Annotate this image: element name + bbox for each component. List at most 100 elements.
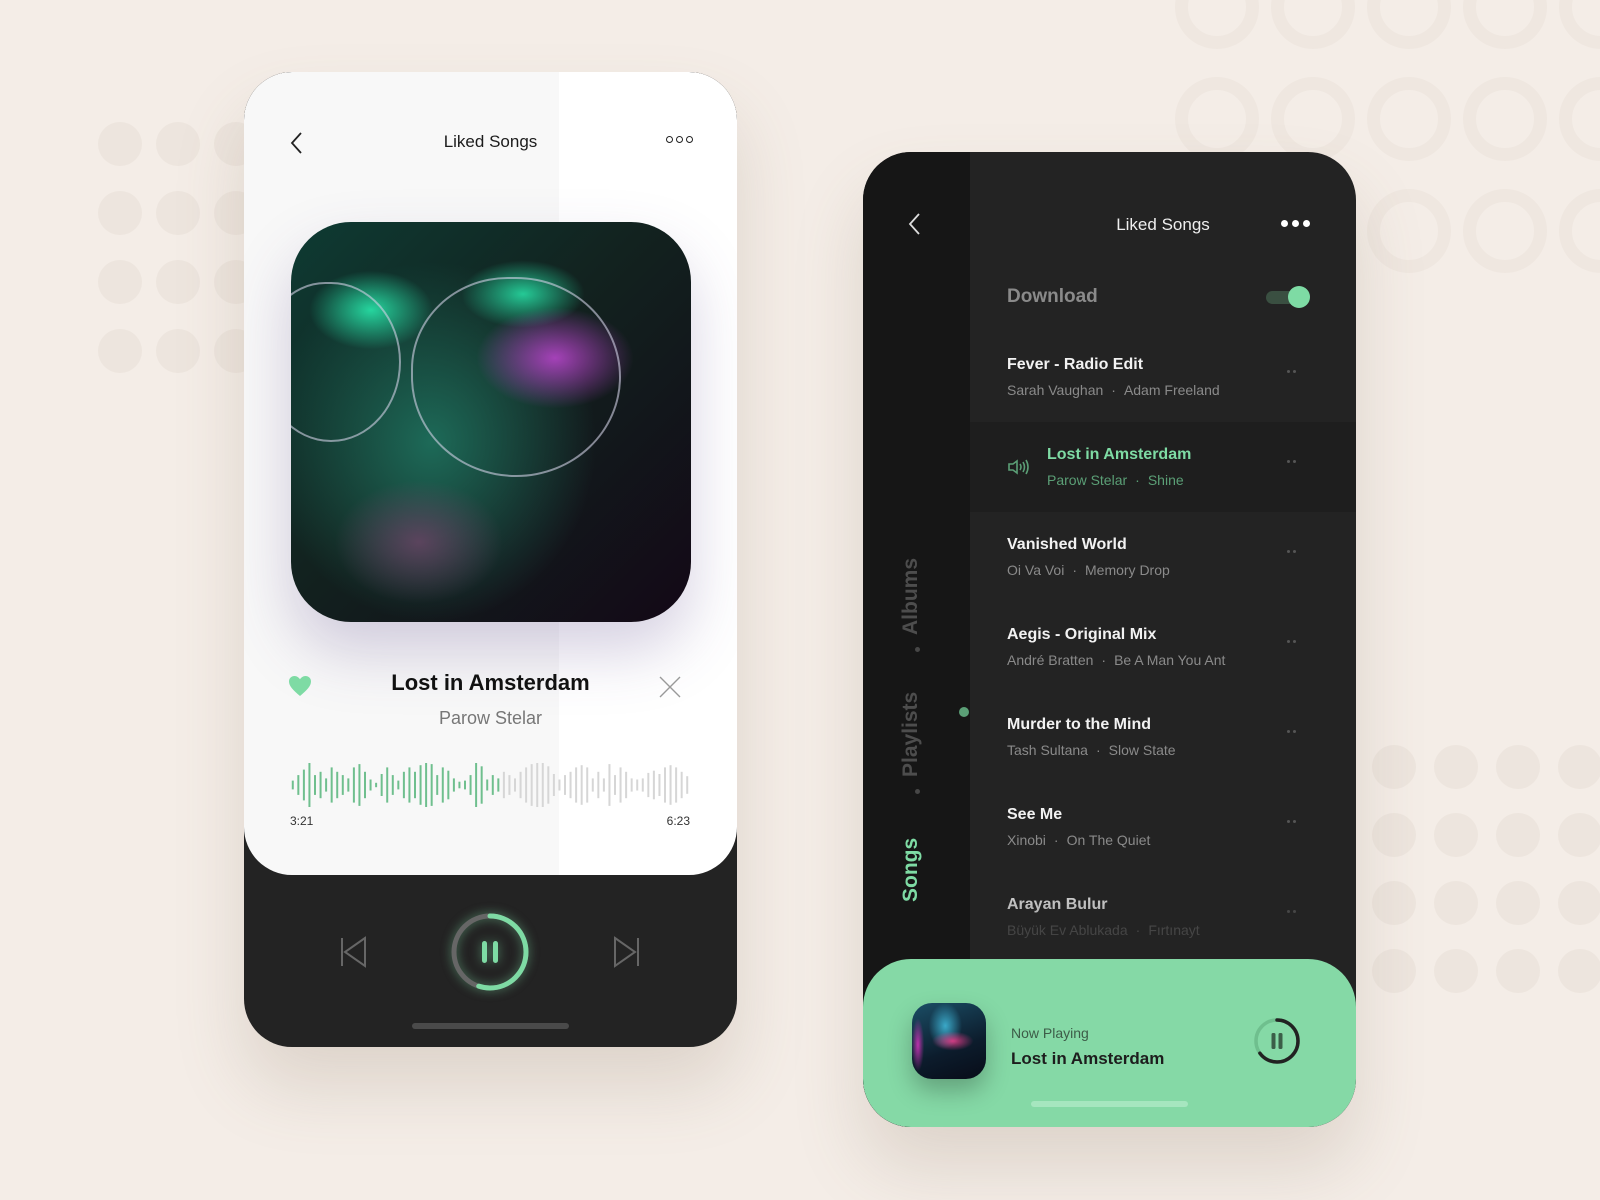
waveform-bar <box>380 774 383 796</box>
now-playing-title: Lost in Amsterdam <box>1011 1049 1165 1068</box>
song-options-icon[interactable] <box>1287 370 1296 373</box>
waveform-bar <box>347 778 350 792</box>
song-item[interactable]: Vanished World Oi Va Voi · Memory Drop <box>970 512 1356 602</box>
waveform-bar <box>314 775 316 795</box>
close-icon[interactable] <box>659 676 681 698</box>
waveform-bar <box>325 778 328 792</box>
song-item-artist: Parow Stelar <box>1047 472 1128 488</box>
waveform-bar <box>508 775 511 795</box>
tab-songs[interactable]: Songs <box>899 838 923 902</box>
waveform-bar <box>447 770 450 800</box>
waveform-bar <box>664 767 666 803</box>
song-item-artist: Tash Sultana <box>1007 742 1088 758</box>
waveform-bar <box>530 764 533 806</box>
waveform-bar <box>558 779 561 791</box>
library-tabs: Songs Playlists Albums <box>899 392 935 912</box>
waveform-bar <box>680 771 683 799</box>
waveform-bar <box>541 763 544 807</box>
now-playing-bar[interactable]: Now Playing Lost in Amsterdam <box>863 959 1356 1127</box>
song-item-album: Fırtınayt <box>1148 922 1200 938</box>
waveform-bar <box>569 771 572 799</box>
waveform-bar <box>519 771 522 799</box>
more-horizontal-icon[interactable] <box>666 136 693 143</box>
waveform-bar <box>458 781 461 789</box>
waveform-bar <box>591 778 594 792</box>
waveform-bar <box>491 775 494 795</box>
song-item[interactable]: Fever - Radio Edit Sarah Vaughan · Adam Fr… <box>970 332 1356 422</box>
waveform-bar <box>630 778 633 792</box>
song-item[interactable]: Aegis - Original Mix André Bratten · Be A … <box>970 602 1356 692</box>
song-options-icon[interactable] <box>1287 640 1296 643</box>
song-item-album: Memory Drop <box>1085 562 1170 578</box>
waveform-bar <box>464 780 466 790</box>
waveform-bar <box>619 767 622 803</box>
more-horizontal-icon[interactable] <box>1281 220 1310 227</box>
song-item[interactable]: See Me Xinobi · On The Quiet <box>970 782 1356 872</box>
song-item-title: Lost in Amsterdam <box>1047 446 1192 463</box>
song-item-artist: Oi Va Voi <box>1007 562 1065 578</box>
download-label: Download <box>1007 286 1098 307</box>
waveform-bar <box>475 763 478 807</box>
waveform-bar <box>302 769 305 801</box>
song-options-icon[interactable] <box>1287 730 1296 733</box>
waveform-bar <box>441 767 444 803</box>
waveform-bar <box>397 780 400 790</box>
waveform-bar <box>425 763 428 807</box>
song-list: Fever - Radio Edit Sarah Vaughan · Adam Fr… <box>970 332 1356 962</box>
current-time: 3:21 <box>290 814 314 828</box>
song-item-title: See Me <box>1007 806 1063 823</box>
waveform-bar <box>391 775 394 795</box>
waveform-bar <box>452 778 455 792</box>
waveform-bar <box>430 764 433 806</box>
tab-albums[interactable]: Albums <box>899 558 923 635</box>
song-options-icon[interactable] <box>1287 820 1296 823</box>
song-item-album: Adam Freeland <box>1123 382 1220 398</box>
speaker-icon <box>1008 459 1029 475</box>
song-options-icon[interactable] <box>1287 550 1296 553</box>
skip-forward-icon[interactable] <box>612 936 640 968</box>
song-options-icon[interactable] <box>1287 910 1296 913</box>
active-tab-indicator <box>959 707 969 717</box>
waveform-bar <box>402 771 405 799</box>
download-toggle[interactable] <box>1266 286 1310 308</box>
pause-icon <box>482 941 498 963</box>
now-playing-pause-button[interactable] <box>1253 1017 1301 1065</box>
waveform-bar <box>652 770 655 800</box>
waveform-scrubber[interactable] <box>290 760 690 810</box>
waveform-bar <box>552 774 555 796</box>
waveform-bar <box>352 767 355 803</box>
waveform-bar <box>386 767 389 803</box>
skip-back-icon[interactable] <box>340 936 368 968</box>
song-item-title: Murder to the Mind <box>1007 716 1151 733</box>
waveform-bar <box>686 776 689 794</box>
artist-name: Parow Stelar <box>438 708 543 728</box>
waveform-bar <box>364 771 366 799</box>
now-playing-artwork[interactable] <box>912 1003 986 1079</box>
waveform-bar <box>608 764 611 806</box>
page-title: Liked Songs <box>443 132 538 151</box>
song-item-artist: André Bratten <box>1007 652 1094 668</box>
pause-button[interactable] <box>450 912 530 992</box>
waveform-bar <box>614 775 616 795</box>
waveform-bar <box>408 767 411 803</box>
player-screen: Liked Songs Lost in Amsterdam Parow Stel… <box>244 72 737 1047</box>
player-header: Liked Songs <box>244 128 737 158</box>
waveform-bar <box>536 763 539 807</box>
song-item-album: Slow State <box>1108 742 1176 758</box>
home-indicator <box>1031 1101 1188 1107</box>
song-options-icon[interactable] <box>1287 460 1296 463</box>
waveform-bar <box>369 779 372 791</box>
tab-separator <box>915 647 920 652</box>
waveform-bar <box>597 771 600 799</box>
song-item[interactable]: Murder to the Mind Tash Sultana · Slow Sta… <box>970 692 1356 782</box>
waveform-bar <box>480 766 483 804</box>
chevron-left-icon[interactable] <box>907 212 923 236</box>
song-item-playing[interactable]: Lost in Amsterdam Parow Stelar · Shine <box>970 422 1356 512</box>
song-item[interactable]: Arayan Bulur Büyük Ev Ablukada · Fırtınayt <box>970 872 1356 962</box>
waveform-bar <box>436 775 439 795</box>
tab-playlists[interactable]: Playlists <box>899 692 923 777</box>
playback-controls <box>244 910 737 992</box>
song-item-artist: Xinobi <box>1007 832 1046 848</box>
song-item-title: Arayan Bulur <box>1007 896 1108 913</box>
waveform-bar <box>291 780 294 790</box>
